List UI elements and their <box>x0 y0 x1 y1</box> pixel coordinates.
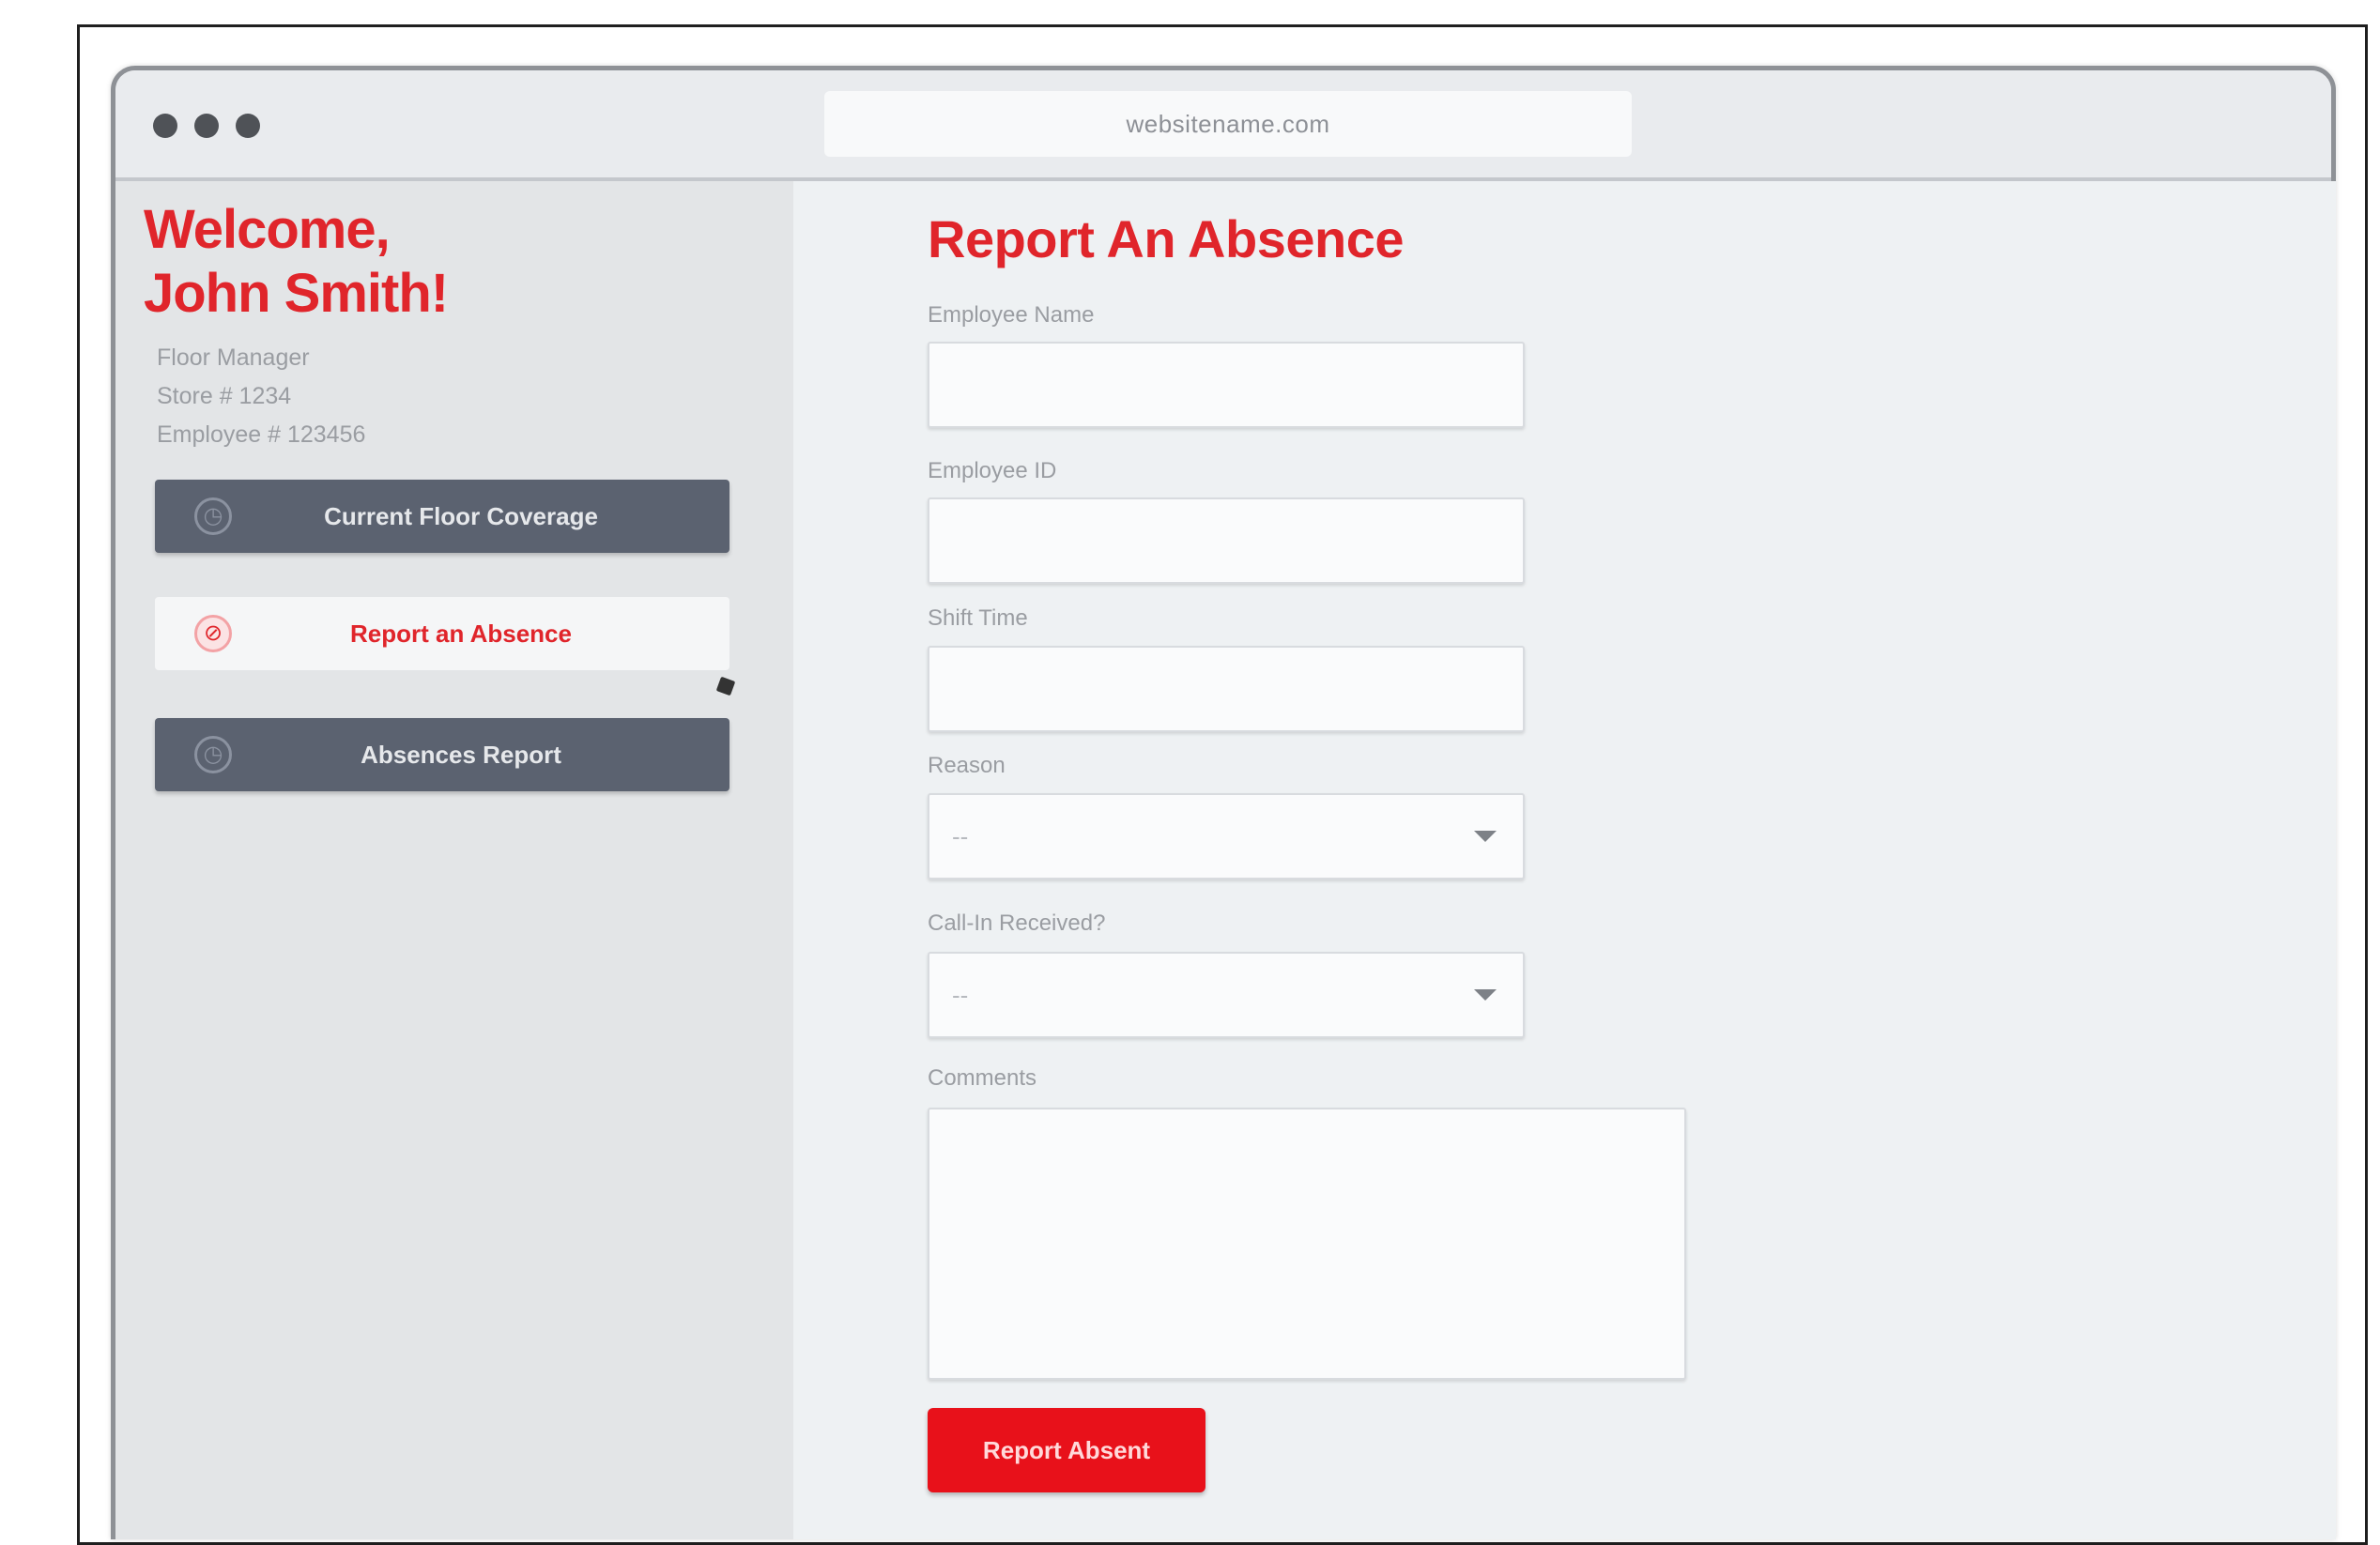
chevron-down-icon <box>1474 831 1497 842</box>
welcome-user-name: John Smith! <box>144 262 448 326</box>
shift-time-label: Shift Time <box>928 605 1028 632</box>
employee-name-field[interactable] <box>928 342 1525 428</box>
employee-id-field[interactable] <box>928 497 1525 584</box>
welcome-greeting: Welcome, <box>144 198 448 262</box>
user-store: Store # 1234 <box>157 377 365 416</box>
report-absent-button[interactable]: Report Absent <box>928 1408 1205 1492</box>
call-in-selected-value: -- <box>952 981 968 1010</box>
user-employee-id: Employee # 123456 <box>157 416 365 454</box>
reason-select[interactable]: -- <box>928 793 1525 880</box>
reason-selected-value: -- <box>952 822 968 851</box>
address-bar-url: websitename.com <box>1126 110 1329 139</box>
call-in-label: Call-In Received? <box>928 910 1105 937</box>
sidebar-item-label: Report an Absence <box>155 620 729 649</box>
sidebar-item-report-an-absence[interactable]: ⊘ Report an Absence <box>155 597 729 670</box>
comments-textarea[interactable] <box>928 1108 1686 1380</box>
user-role: Floor Manager <box>157 339 365 377</box>
user-meta: Floor Manager Store # 1234 Employee # 12… <box>157 339 365 454</box>
reason-label: Reason <box>928 753 1006 779</box>
sidebar: Welcome, John Smith! Floor Manager Store… <box>115 181 793 1539</box>
page-title: Report An Absence <box>928 208 1404 269</box>
sidebar-item-label: Current Floor Coverage <box>155 502 729 531</box>
sidebar-item-absences-report[interactable]: ◷ Absences Report <box>155 718 729 791</box>
address-bar[interactable]: websitename.com <box>824 91 1632 157</box>
call-in-select[interactable]: -- <box>928 952 1525 1038</box>
welcome-heading: Welcome, John Smith! <box>144 198 448 326</box>
window-dot-icon[interactable] <box>194 114 219 138</box>
browser-titlebar: websitename.com <box>115 70 2331 181</box>
mouse-cursor-icon <box>716 677 736 696</box>
chevron-down-icon <box>1474 989 1497 1001</box>
employee-name-label: Employee Name <box>928 302 1094 329</box>
shift-time-field[interactable] <box>928 646 1525 732</box>
employee-id-label: Employee ID <box>928 458 1056 484</box>
sidebar-item-current-floor-coverage[interactable]: ◷ Current Floor Coverage <box>155 480 729 553</box>
window-dot-icon[interactable] <box>236 114 260 138</box>
window-dot-icon[interactable] <box>153 114 177 138</box>
window-controls <box>153 114 260 138</box>
sidebar-item-label: Absences Report <box>155 741 729 770</box>
comments-label: Comments <box>928 1065 1036 1092</box>
